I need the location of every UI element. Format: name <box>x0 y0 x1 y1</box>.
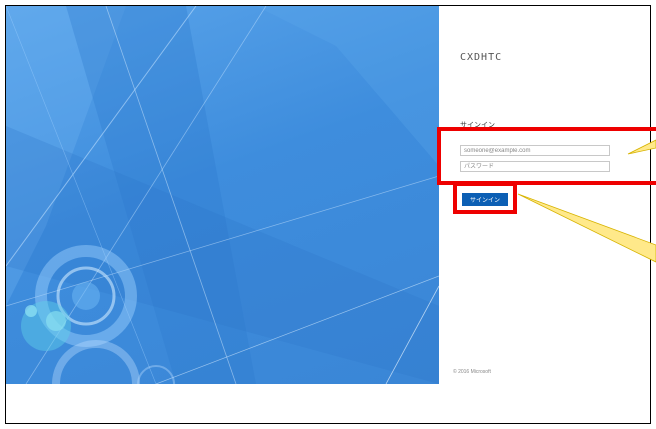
background-illustration <box>6 6 439 384</box>
organization-logo: CXDHTC <box>460 52 503 63</box>
fields-highlight-box <box>437 127 656 185</box>
screenshot-frame: CXDHTC サインイン サインイン © 2016 Microsoft <box>5 5 651 424</box>
button-highlight-box <box>453 182 517 214</box>
abstract-lines-graphic <box>6 6 439 384</box>
copyright-text: © 2016 Microsoft <box>453 369 491 375</box>
